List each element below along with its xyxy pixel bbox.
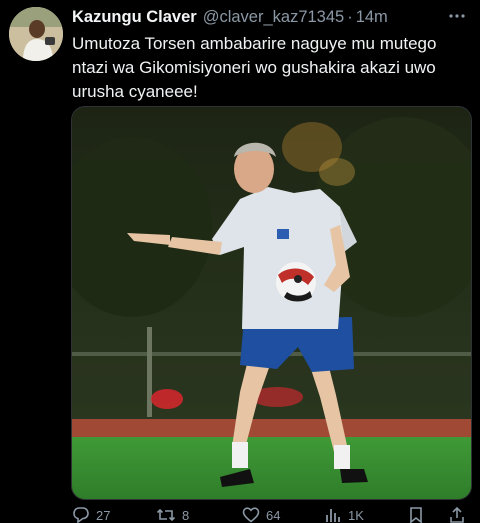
reply-count: 27: [96, 507, 111, 523]
share-button[interactable]: [448, 505, 466, 523]
coach-photo: [72, 107, 471, 499]
tweet-actions: 27 8 64 1K: [70, 505, 470, 523]
bookmark-button[interactable]: [408, 505, 424, 523]
tweet-text: Umutoza Torsen ambabarire naguye mu mute…: [72, 32, 472, 104]
reply-icon: [73, 507, 89, 523]
bookmark-icon: [410, 507, 422, 523]
tweet-header: Kazungu Claver @claver_kaz71345 · 14m: [72, 6, 466, 28]
views-chart-icon: [326, 509, 340, 522]
like-button[interactable]: 64: [242, 505, 280, 523]
more-dots-icon[interactable]: [446, 5, 468, 27]
heart-icon: [242, 507, 260, 523]
tweet-photo[interactable]: [71, 106, 472, 500]
share-icon: [450, 506, 464, 523]
tweet: Kazungu Claver @claver_kaz71345 · 14m Um…: [0, 0, 480, 523]
tweet-text-line: urusha cyaneee!: [72, 82, 198, 101]
author-handle[interactable]: @claver_kaz71345: [203, 8, 345, 27]
like-count: 64: [266, 507, 281, 523]
retweet-count: 8: [182, 507, 190, 523]
tweet-time[interactable]: 14m: [356, 8, 388, 27]
tweet-text-line: ntazi wa Gikomisiyoneri wo gushakira aka…: [72, 58, 436, 77]
retweet-button[interactable]: 8: [156, 505, 189, 523]
author-name[interactable]: Kazungu Claver: [72, 8, 197, 27]
reply-button[interactable]: 27: [72, 505, 110, 523]
retweet-icon: [156, 508, 176, 522]
avatar[interactable]: [9, 7, 63, 61]
tweet-text-line: Umutoza Torsen ambabarire naguye mu mute…: [72, 34, 437, 53]
views-button[interactable]: 1K: [324, 505, 364, 523]
views-count: 1K: [348, 507, 364, 523]
separator-dot: ·: [347, 7, 353, 26]
